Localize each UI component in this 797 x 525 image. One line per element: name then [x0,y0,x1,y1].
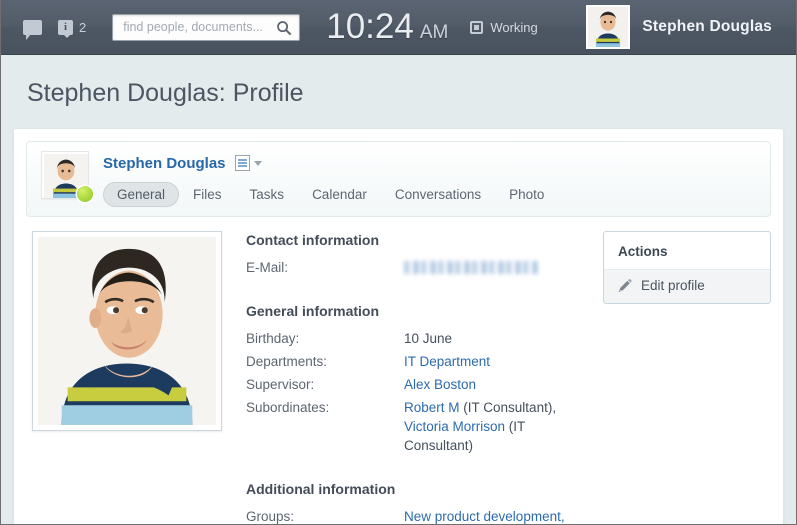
field-row-birthday: Birthday: 10 June [246,329,589,348]
section-title-general: General information [246,303,380,319]
presence-indicator-online [77,186,93,202]
profile-avatar[interactable] [41,151,93,202]
clock-meridiem: AM [419,22,449,43]
field-row-groups: Groups: New product development, Office … [246,507,589,524]
tab-calendar[interactable]: Calendar [298,182,381,207]
actions-column: Actions Edit profile [603,231,771,524]
notifications-button[interactable]: i 2 [50,12,94,42]
profile-photo [38,237,216,425]
field-label-groups: Groups: [246,509,295,524]
field-label-subordinates: Subordinates: [246,400,330,415]
actions-panel: Actions Edit profile [603,231,771,304]
subordinate-link-1[interactable]: Robert M [404,400,460,415]
content-card: Stephen Douglas General Files Tasks Cale… [13,128,784,524]
field-value-birthday: 10 June [404,331,453,346]
search-input[interactable] [113,20,300,34]
app-window: i 2 10:24 AM Working [0,0,797,525]
user-menu[interactable]: Stephen Douglas [586,5,782,49]
section-title-additional: Additional information [246,481,396,497]
info-icon: i [58,19,73,35]
tab-conversations[interactable]: Conversations [381,182,495,207]
avatar [586,5,631,49]
status-label: Working [490,19,538,35]
field-value-supervisor-link[interactable]: Alex Boston [404,375,476,394]
field-row-subordinates: Subordinates: Robert M (IT Consultant), … [246,398,589,455]
field-label-birthday: Birthday: [246,331,300,346]
tab-general[interactable]: General [103,182,180,207]
search-icon[interactable] [276,20,292,36]
search-box[interactable] [112,13,301,41]
profile-photo-column [32,231,228,524]
user-name-label: Stephen Douglas [642,18,772,35]
profile-header-strip: Stephen Douglas General Files Tasks Cale… [26,141,771,217]
field-value-email-redacted [404,261,539,274]
tab-tasks[interactable]: Tasks [236,182,299,207]
field-row-email: E-Mail: [246,258,589,277]
pencil-icon [618,278,632,292]
group-link-1[interactable]: New product development [404,509,561,524]
notification-count: 2 [79,19,87,35]
profile-tabs: General Files Tasks Calendar Conversatio… [103,182,756,207]
edit-profile-label: Edit profile [641,278,705,293]
profile-name-link[interactable]: Stephen Douglas [103,155,226,172]
profile-photo-frame [32,231,222,431]
tab-files[interactable]: Files [179,182,236,207]
field-label-departments: Departments: [246,354,328,369]
chevron-down-icon [253,160,262,166]
status-button[interactable]: Working [470,19,538,35]
edit-profile-button[interactable]: Edit profile [604,269,770,303]
page-title: Stephen Douglas: Profile [1,55,796,128]
field-value-subordinates: Robert M (IT Consultant), Victoria Morri… [404,398,589,455]
profile-menu-button[interactable] [234,155,262,171]
tab-photo[interactable]: Photo [495,182,558,207]
field-value-departments-link[interactable]: IT Department [404,352,490,371]
field-value-groups: New product development, Office Supplies… [404,507,565,524]
profile-fields-column: Contact information E-Mail: General info… [228,231,589,524]
clock-time: 10:24 [326,7,414,46]
field-row-supervisor: Supervisor: Alex Boston [246,375,589,394]
subordinate-role-1: (IT Consultant), [459,400,557,415]
top-toolbar: i 2 10:24 AM Working [1,0,796,55]
chat-bubble-icon [23,19,42,40]
profile-body: Contact information E-Mail: General info… [26,231,771,524]
section-title-contact: Contact information [246,232,379,248]
stop-square-icon [470,20,484,34]
field-label-email: E-Mail: [246,260,289,275]
clock: 10:24 AM [326,7,448,47]
subordinate-link-2[interactable]: Victoria Morrison [404,419,505,434]
chat-button[interactable] [15,12,50,42]
group-separator-1: , [560,509,565,524]
list-menu-icon [234,155,250,171]
field-row-departments: Departments: IT Department [246,352,589,371]
field-label-supervisor: Supervisor: [246,377,315,392]
actions-panel-title: Actions [618,244,668,259]
